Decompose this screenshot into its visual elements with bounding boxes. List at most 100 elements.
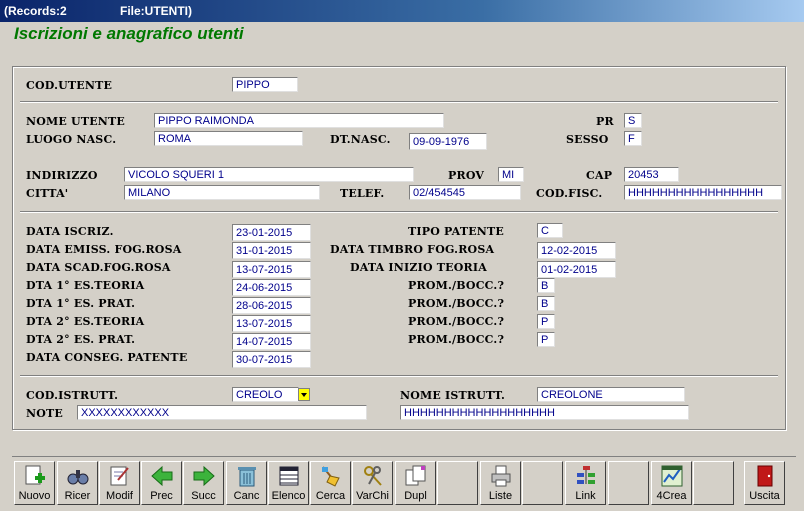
sesso-field[interactable]: F — [624, 131, 642, 146]
data-emiss-field[interactable]: 31-01-2015 — [232, 242, 311, 259]
cod-istrutt-dropdown-button[interactable] — [298, 388, 310, 401]
prom1-label: PROM./BOCC.? — [408, 279, 505, 292]
link-button[interactable]: Link — [565, 461, 606, 505]
prec-button[interactable]: Prec — [141, 461, 182, 505]
data-timbro-field[interactable]: 12-02-2015 — [537, 242, 616, 259]
crea4-button[interactable]: 4Crea — [651, 461, 692, 505]
uscita-button[interactable]: Uscita — [744, 461, 785, 505]
citta-label: CITTA' — [26, 187, 69, 200]
dt-nasc-label: DT.NASC. — [330, 133, 391, 146]
chart-create-icon — [661, 465, 683, 487]
elenco-button[interactable]: Elenco — [268, 461, 309, 505]
luogo-nasc-label: LUOGO NASC. — [26, 133, 117, 146]
pr-label: PR — [596, 115, 614, 128]
nome-istrutt-field[interactable]: CREOLONE — [537, 387, 685, 402]
nuovo-button[interactable]: Nuovo — [14, 461, 55, 505]
indirizzo-label: INDIRIZZO — [26, 169, 98, 182]
new-document-icon — [25, 465, 45, 485]
records-count: (Records:2 — [4, 4, 67, 18]
link-tree-icon — [577, 466, 595, 484]
elenco-label: Elenco — [271, 490, 306, 502]
cap-label: CAP — [586, 169, 613, 182]
luogo-nasc-field[interactable]: ROMA — [154, 131, 303, 146]
link-label: Link — [575, 490, 596, 502]
citta-field[interactable]: MILANO — [124, 185, 320, 200]
ricer-button[interactable]: Ricer — [57, 461, 98, 505]
prov-label: PROV — [448, 169, 485, 182]
separator — [20, 375, 778, 377]
empty-button-2[interactable] — [522, 461, 563, 505]
data-inizio-field[interactable]: 01-02-2015 — [537, 261, 616, 278]
cerca-button[interactable]: Cerca — [310, 461, 351, 505]
prom4-label: PROM./BOCC.? — [408, 333, 505, 346]
pr-field[interactable]: S — [624, 113, 642, 128]
prec-label: Prec — [150, 490, 173, 502]
printer-icon — [491, 465, 511, 487]
empty-button-3[interactable] — [608, 461, 649, 505]
trash-can-icon — [238, 467, 256, 487]
dt-nasc-field[interactable]: 09-09-1976 — [409, 133, 487, 150]
modif-button[interactable]: Modif — [99, 461, 140, 505]
note-label: NOTE — [26, 407, 64, 420]
succ-button[interactable]: Succ — [183, 461, 224, 505]
data-scad-field[interactable]: 13-07-2015 — [232, 261, 311, 278]
duplicate-icon — [405, 465, 426, 486]
cod-utente-label: COD.UTENTE — [26, 79, 113, 92]
ricer-label: Ricer — [64, 490, 91, 502]
varchi-button[interactable]: VarChi — [352, 461, 393, 505]
prom1-field[interactable]: B — [537, 278, 555, 293]
cap-field[interactable]: 20453 — [624, 167, 679, 182]
telef-field[interactable]: 02/454545 — [409, 185, 521, 200]
nome-utente-field[interactable]: PIPPO RAIMONDA — [154, 113, 444, 128]
prom3-field[interactable]: P — [537, 314, 555, 329]
nuovo-label: Nuovo — [18, 490, 51, 502]
canc-label: Canc — [233, 490, 260, 502]
canc-button[interactable]: Canc — [226, 461, 267, 505]
cerca-label: Cerca — [315, 490, 346, 502]
varchi-label: VarChi — [356, 490, 389, 502]
toolbar: Nuovo Ricer Modif Prec Succ Canc Elenco … — [12, 456, 796, 507]
dta1-prat-field[interactable]: 28-06-2015 — [232, 297, 311, 314]
data-scad-label: DATA SCAD.FOG.ROSA — [26, 261, 171, 274]
binoculars-icon — [67, 470, 89, 485]
modif-label: Modif — [106, 490, 133, 502]
note-field[interactable]: XXXXXXXXXXXX — [77, 405, 367, 420]
liste-label: Liste — [488, 490, 513, 502]
indirizzo-field[interactable]: VICOLO SQUERI 1 — [124, 167, 414, 182]
dta2-teoria-field[interactable]: 13-07-2015 — [232, 315, 311, 332]
sesso-label: SESSO — [566, 133, 609, 146]
telef-label: TELEF. — [340, 187, 385, 200]
dta1-teoria-label: DTA 1° ES.TEORIA — [26, 279, 145, 292]
dta1-teoria-field[interactable]: 24-06-2015 — [232, 279, 311, 296]
cod-istrutt-label: COD.ISTRUTT. — [26, 389, 119, 402]
data-iscriz-field[interactable]: 23-01-2015 — [232, 224, 311, 241]
separator — [20, 101, 778, 103]
tipo-patente-label: TIPO PATENTE — [408, 225, 505, 238]
prov-field[interactable]: MI — [498, 167, 524, 182]
prom2-label: PROM./BOCC.? — [408, 297, 505, 310]
cod-fisc-field[interactable]: HHHHHHHHHHHHHHHHH — [624, 185, 782, 200]
prom2-field[interactable]: B — [537, 296, 555, 311]
dupl-button[interactable]: Dupl — [395, 461, 436, 505]
empty-button-1[interactable] — [437, 461, 478, 505]
uscita-label: Uscita — [749, 490, 780, 502]
dta2-prat-field[interactable]: 14-07-2015 — [232, 333, 311, 350]
cod-istrutt-field[interactable]: CREOLO — [232, 387, 299, 402]
data-conseg-field[interactable]: 30-07-2015 — [232, 351, 311, 368]
empty-button-4[interactable] — [693, 461, 734, 505]
edit-document-icon — [110, 466, 129, 486]
dta2-teoria-label: DTA 2° ES.TEORIA — [26, 315, 145, 328]
arrow-left-icon — [151, 465, 173, 487]
dta1-prat-label: DTA 1° ES. PRAT. — [26, 297, 136, 310]
note2-field[interactable]: HHHHHHHHHHHHHHHHHHH — [400, 405, 689, 420]
cod-fisc-label: COD.FISC. — [536, 187, 603, 200]
broom-icon — [322, 466, 340, 487]
liste-button[interactable]: Liste — [480, 461, 521, 505]
succ-label: Succ — [191, 490, 216, 502]
cod-utente-field[interactable]: PIPPO — [232, 77, 298, 92]
data-timbro-label: DATA TIMBRO FOG.ROSA — [330, 243, 495, 256]
prom4-field[interactable]: P — [537, 332, 555, 347]
tipo-patente-field[interactable]: C — [537, 223, 563, 238]
data-emiss-label: DATA EMISS. FOG.ROSA — [26, 243, 182, 256]
data-conseg-label: DATA CONSEG. PATENTE — [26, 351, 188, 364]
